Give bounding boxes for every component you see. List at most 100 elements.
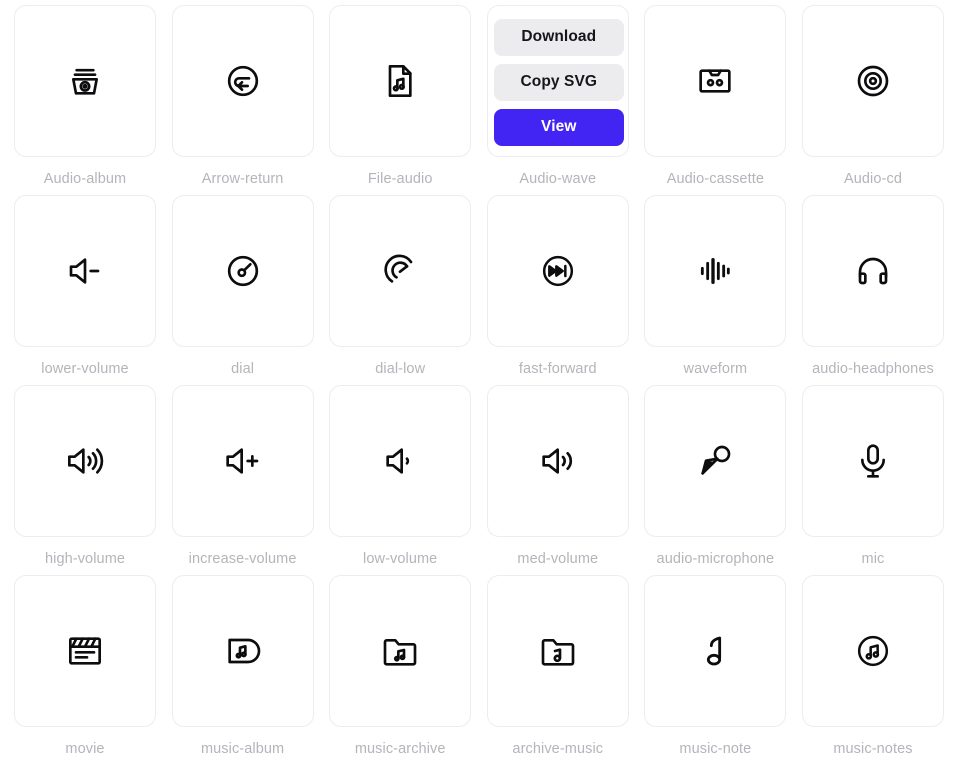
icon-cell: dial-low	[329, 195, 472, 385]
icon-label: dial-low	[375, 361, 426, 377]
icon-label: music-note	[679, 741, 752, 757]
icon-label: Audio-wave	[519, 171, 597, 187]
icon-card[interactable]	[329, 385, 472, 537]
icon-card[interactable]	[171, 385, 314, 537]
music-notes-icon	[853, 631, 893, 671]
icon-cell: Download Copy SVG View Audio-wave	[486, 5, 630, 195]
icon-card[interactable]	[801, 5, 944, 157]
file-audio-icon	[380, 61, 420, 101]
icon-grid: Audio-album Arrow-return File-audio Downloa…	[14, 5, 948, 765]
icon-cell: music-archive	[329, 575, 472, 765]
icon-label: music-album	[200, 741, 285, 757]
lower-volume-icon	[65, 251, 105, 291]
view-button[interactable]: View	[493, 108, 624, 146]
icon-card[interactable]	[171, 575, 314, 727]
audio-cd-icon	[853, 61, 893, 101]
audio-album-icon	[65, 61, 105, 101]
icon-cell: Audio-album	[14, 5, 156, 195]
icon-label: File-audio	[367, 171, 433, 187]
icon-label: mic	[861, 551, 885, 567]
waveform-icon	[695, 251, 735, 291]
icon-cell: dial	[171, 195, 314, 385]
icon-label: med-volume	[517, 551, 599, 567]
movie-icon	[65, 631, 105, 671]
icon-card[interactable]	[14, 385, 156, 537]
icon-cell: Audio-cassette	[644, 5, 787, 195]
icon-label: waveform	[683, 361, 748, 377]
icon-cell: mic	[801, 385, 944, 575]
icon-hover-overlay: Download Copy SVG View	[488, 6, 630, 158]
icon-cell: high-volume	[14, 385, 156, 575]
icon-cell: audio-headphones	[801, 195, 944, 385]
icon-card[interactable]	[14, 5, 156, 157]
icon-label: audio-headphones	[812, 361, 934, 377]
icon-cell: music-album	[171, 575, 314, 765]
dial-low-icon	[380, 251, 420, 291]
arrow-return-icon	[223, 61, 263, 101]
icon-card[interactable]	[486, 385, 629, 537]
icon-card[interactable]	[171, 5, 314, 157]
icon-cell: med-volume	[486, 385, 629, 575]
copy-svg-button[interactable]: Copy SVG	[493, 63, 624, 101]
music-archive-icon	[380, 631, 420, 671]
icon-cell: audio-microphone	[644, 385, 787, 575]
icon-cell: fast-forward	[486, 195, 629, 385]
dial-icon	[223, 251, 263, 291]
icon-card[interactable]	[14, 575, 156, 727]
icon-card[interactable]	[486, 195, 629, 347]
icon-cell: archive-music	[486, 575, 629, 765]
icon-label: Audio-cassette	[666, 171, 765, 187]
audio-cassette-icon	[695, 61, 735, 101]
low-volume-icon	[380, 441, 420, 481]
icon-gallery: Audio-album Arrow-return File-audio Downloa…	[0, 0, 962, 765]
icon-label: movie	[65, 741, 105, 757]
icon-label: dial	[231, 361, 255, 377]
mic-icon	[853, 441, 893, 481]
icon-card[interactable]	[644, 575, 787, 727]
icon-cell: music-notes	[801, 575, 944, 765]
icon-cell: Arrow-return	[171, 5, 314, 195]
icon-card[interactable]	[14, 195, 156, 347]
fast-forward-icon	[538, 251, 578, 291]
icon-label: music-archive	[354, 741, 446, 757]
icon-label: low-volume	[363, 551, 438, 567]
icon-cell: music-note	[644, 575, 787, 765]
icon-cell: File-audio	[329, 5, 472, 195]
icon-card[interactable]	[801, 385, 944, 537]
icon-card[interactable]: Download Copy SVG View	[486, 5, 630, 158]
icon-card[interactable]	[644, 5, 787, 157]
icon-card[interactable]	[329, 575, 472, 727]
icon-label: lower-volume	[41, 361, 129, 377]
icon-card[interactable]	[329, 195, 472, 347]
audio-microphone-icon	[695, 441, 735, 481]
icon-cell: increase-volume	[171, 385, 314, 575]
icon-label: Audio-cd	[843, 171, 902, 187]
icon-card[interactable]	[486, 575, 629, 727]
audio-headphones-icon	[853, 251, 893, 291]
archive-music-icon	[538, 631, 578, 671]
icon-cell: Audio-cd	[801, 5, 944, 195]
icon-card[interactable]	[171, 195, 314, 347]
icon-label: archive-music	[512, 741, 604, 757]
icon-card[interactable]	[644, 385, 787, 537]
download-button[interactable]: Download	[493, 18, 624, 56]
icon-cell: lower-volume	[14, 195, 156, 385]
icon-card[interactable]	[801, 195, 944, 347]
music-album-icon	[223, 631, 263, 671]
high-volume-icon	[65, 441, 105, 481]
icon-label: audio-microphone	[656, 551, 775, 567]
icon-label: high-volume	[44, 551, 126, 567]
icon-label: Arrow-return	[201, 171, 284, 187]
icon-label: increase-volume	[188, 551, 297, 567]
icon-cell: waveform	[644, 195, 787, 385]
icon-label: Audio-album	[43, 171, 127, 187]
icon-cell: low-volume	[329, 385, 472, 575]
icon-card[interactable]	[329, 5, 472, 157]
increase-volume-icon	[223, 441, 263, 481]
music-note-icon	[695, 631, 735, 671]
icon-label: music-notes	[833, 741, 913, 757]
icon-card[interactable]	[801, 575, 944, 727]
icon-card[interactable]	[644, 195, 787, 347]
med-volume-icon	[538, 441, 578, 481]
icon-cell: movie	[14, 575, 156, 765]
